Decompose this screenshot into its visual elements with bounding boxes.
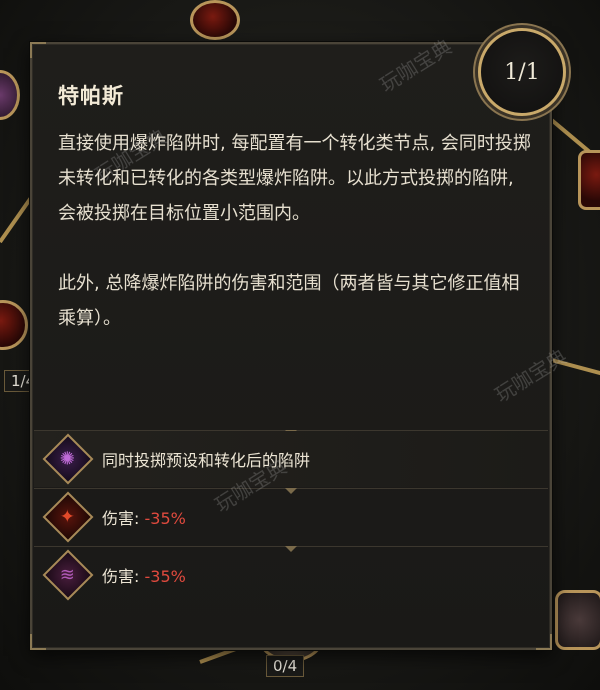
description-paragraph: 此外, 总降爆炸陷阱的伤害和范围（两者皆与其它修正值相乘算）。: [58, 273, 520, 329]
skill-title: 特帕斯: [58, 84, 124, 108]
trap-swirl-icon: ✺: [42, 433, 94, 485]
skill-node[interactable]: [0, 300, 28, 350]
frame-corner: [30, 634, 46, 650]
node-counter-bottom: 0/4: [266, 655, 305, 677]
modifier-label: 同时投掷预设和转化后的陷阱: [102, 451, 311, 470]
modifier-label: 伤害: -35%: [102, 567, 186, 586]
icon-glyph: ≋: [60, 564, 76, 586]
icon-glyph: ✦: [60, 506, 76, 528]
skill-node[interactable]: [190, 0, 240, 40]
modifier-row: ✺ 同时投掷预设和转化后的陷阱: [34, 431, 548, 487]
damage-flame-icon: ✦: [42, 491, 94, 543]
skill-node[interactable]: [578, 150, 600, 210]
modifier-row: ≋ 伤害: -35%: [34, 547, 548, 603]
skill-tooltip: 特帕斯 直接使用爆炸陷阱时, 每配置有一个转化类节点, 会同时投掷未转化和已转化…: [30, 42, 552, 650]
modifier-row: ✦ 伤害: -35%: [34, 489, 548, 545]
frame-corner: [536, 634, 552, 650]
frame-corner: [30, 42, 46, 58]
skill-node[interactable]: [555, 590, 600, 650]
description-paragraph: 直接使用爆炸陷阱时, 每配置有一个转化类节点, 会同时投掷未转化和已转化的各类型…: [58, 133, 531, 224]
modifier-value: -35%: [144, 567, 186, 586]
icon-glyph: ✺: [60, 448, 76, 470]
level-badge: 1/1: [478, 28, 566, 116]
modifier-label: 伤害: -35%: [102, 509, 186, 528]
skill-node[interactable]: [0, 70, 20, 120]
area-wave-icon: ≋: [42, 549, 94, 601]
modifier-value: -35%: [144, 509, 186, 528]
skill-description: 直接使用爆炸陷阱时, 每配置有一个转化类节点, 会同时投掷未转化和已转化的各类型…: [58, 126, 536, 336]
